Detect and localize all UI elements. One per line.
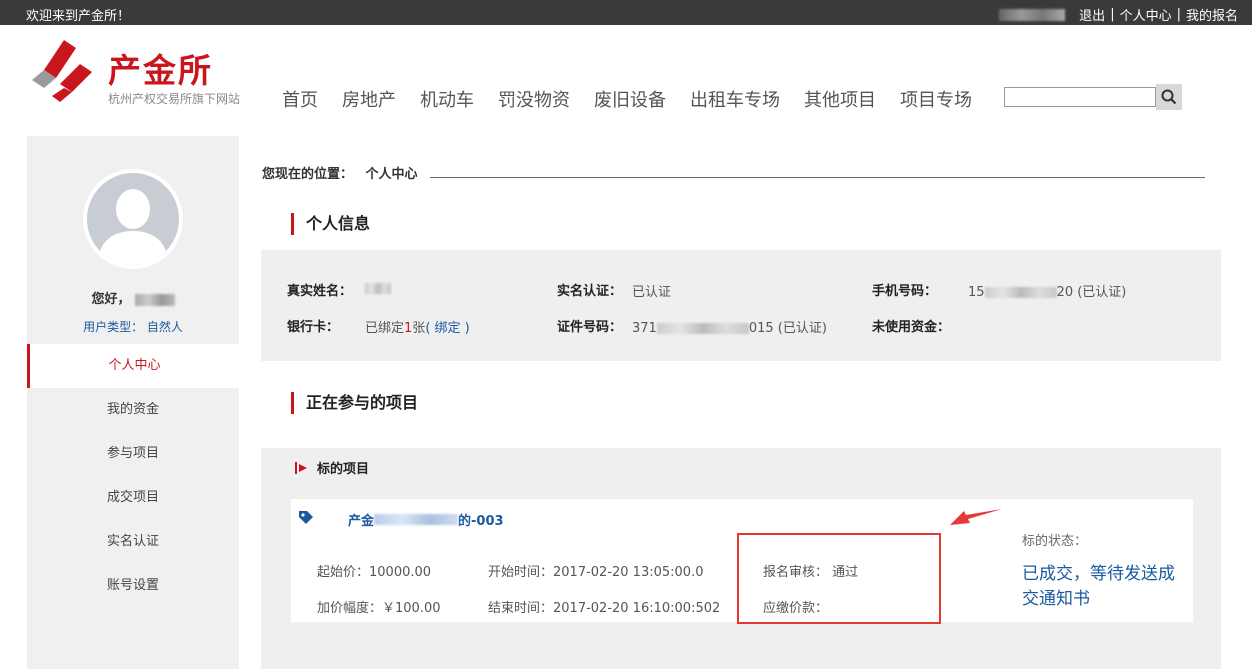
avatar <box>83 169 183 269</box>
verify-label: 实名认证： <box>557 284 623 299</box>
sidebar: 您好， 用户类型： 自然人 个人中心 我的资金 参与项目 成交项目 实名认证 账… <box>27 136 239 669</box>
tag-icon <box>299 511 313 524</box>
sidebar-item-deals[interactable]: 成交项目 <box>27 476 239 520</box>
search-icon <box>1161 89 1177 105</box>
name-redacted <box>134 293 175 306</box>
status-label: 标的状态： <box>1022 534 1088 549</box>
greeting-text: 您好， <box>91 292 131 307</box>
funds-label: 未使用资金： <box>872 320 951 335</box>
bank-suffix: 张 <box>412 321 426 336</box>
id-value: 371 015 (已认证) <box>632 317 827 336</box>
nav-vehicles[interactable]: 机动车 <box>420 86 474 112</box>
separator: | <box>1110 7 1115 22</box>
nav-special[interactable]: 项目专场 <box>900 86 972 112</box>
price-increment: 加价幅度：￥100.00 <box>317 601 441 616</box>
nav-taxi[interactable]: 出租车专场 <box>690 86 780 112</box>
greeting: 您好， <box>27 288 239 307</box>
bank-prefix: 已绑定 <box>365 321 405 336</box>
highlight-box <box>737 533 941 624</box>
sidebar-menu: 个人中心 我的资金 参与项目 成交项目 实名认证 账号设置 <box>27 344 239 608</box>
id-label: 证件号码： <box>557 320 623 335</box>
top-bar: 欢迎来到产金所！ 退出 | 个人中心 | 我的报名 <box>0 0 1252 25</box>
verify-value: 已认证 <box>632 285 672 300</box>
site-logo[interactable]: 产金所 杭州产权交易所旗下网站 <box>30 40 255 110</box>
phone-prefix: 15 <box>968 285 985 300</box>
project-title-prefix: 产金 <box>348 514 375 529</box>
user-silhouette-icon <box>97 189 169 265</box>
section-title-personal: 个人信息 <box>291 213 370 235</box>
logo-tagline: 杭州产权交易所旗下网站 <box>108 92 241 106</box>
breadcrumb-label: 您现在的位置： <box>262 167 354 182</box>
search-box <box>1004 84 1184 110</box>
phone-suffix: 20 <box>1056 285 1074 300</box>
breadcrumb: 您现在的位置： 个人中心 <box>262 163 418 182</box>
real-name-value <box>365 281 391 296</box>
nav-confiscated[interactable]: 罚没物资 <box>498 86 570 112</box>
id-prefix: 371 <box>632 321 657 336</box>
nav-other[interactable]: 其他项目 <box>804 86 876 112</box>
top-links: 退出 | 个人中心 | 我的报名 <box>999 5 1238 24</box>
start-time: 开始时间：2017-02-20 13:05:00.0 <box>488 565 704 580</box>
phone-value: 15 20 (已认证) <box>968 281 1126 300</box>
project-group-title: 标的项目 <box>317 462 370 477</box>
divider <box>430 177 1205 178</box>
section-title-projects: 正在参与的项目 <box>291 392 418 414</box>
project-title-link[interactable]: 产金 的-003 <box>348 510 504 529</box>
username-redacted <box>999 8 1066 21</box>
id-suffix: 015 <box>748 321 774 336</box>
personal-info-panel: 真实姓名： 实名认证： 已认证 手机号码： 15 20 (已认证) 银行卡： 已绑… <box>261 250 1221 361</box>
real-name-label: 真实姓名： <box>287 284 353 299</box>
user-type: 用户类型： 自然人 <box>83 320 183 334</box>
search-input[interactable] <box>1004 87 1156 107</box>
logo-icon <box>32 40 92 102</box>
logout-link[interactable]: 退出 <box>1079 5 1105 24</box>
annotation-arrow-icon <box>950 509 1002 525</box>
project-title-suffix: 的-003 <box>458 514 504 529</box>
nav-home[interactable]: 首页 <box>282 86 318 112</box>
my-registrations-link[interactable]: 我的报名 <box>1186 5 1238 24</box>
welcome-text: 欢迎来到产金所！ <box>26 9 131 24</box>
breadcrumb-current: 个人中心 <box>365 167 418 182</box>
start-price: 起始价：10000.00 <box>317 565 432 580</box>
sidebar-item-joined-projects[interactable]: 参与项目 <box>27 432 239 476</box>
bank-label: 银行卡： <box>287 320 340 335</box>
logo-name: 产金所 <box>108 51 213 90</box>
bind-card-link[interactable]: ( 绑定 ) <box>425 321 469 336</box>
search-button[interactable] <box>1156 84 1182 110</box>
flag-icon <box>295 461 307 474</box>
nav-used-equipment[interactable]: 废旧设备 <box>594 86 666 112</box>
sidebar-item-user-center[interactable]: 个人中心 <box>27 344 239 388</box>
project-group-header: 标的项目 <box>295 458 369 477</box>
phone-status: (已认证) <box>1077 285 1127 300</box>
nav-real-estate[interactable]: 房地产 <box>342 86 396 112</box>
bank-value: 已绑定1张( 绑定 ) <box>365 317 470 336</box>
user-center-link[interactable]: 个人中心 <box>1120 5 1172 24</box>
sidebar-item-account-settings[interactable]: 账号设置 <box>27 564 239 608</box>
phone-label: 手机号码： <box>872 284 938 299</box>
id-status: (已认证) <box>777 321 827 336</box>
sidebar-item-my-funds[interactable]: 我的资金 <box>27 388 239 432</box>
main-nav: 首页 房地产 机动车 罚没物资 废旧设备 出租车专场 其他项目 项目专场 <box>282 86 996 112</box>
sidebar-item-verification[interactable]: 实名认证 <box>27 520 239 564</box>
status-value: 已成交，等待发送成交通知书 <box>1022 564 1175 609</box>
separator: | <box>1176 7 1181 22</box>
end-time: 结束时间：2017-02-20 16:10:00:502 <box>488 601 721 616</box>
